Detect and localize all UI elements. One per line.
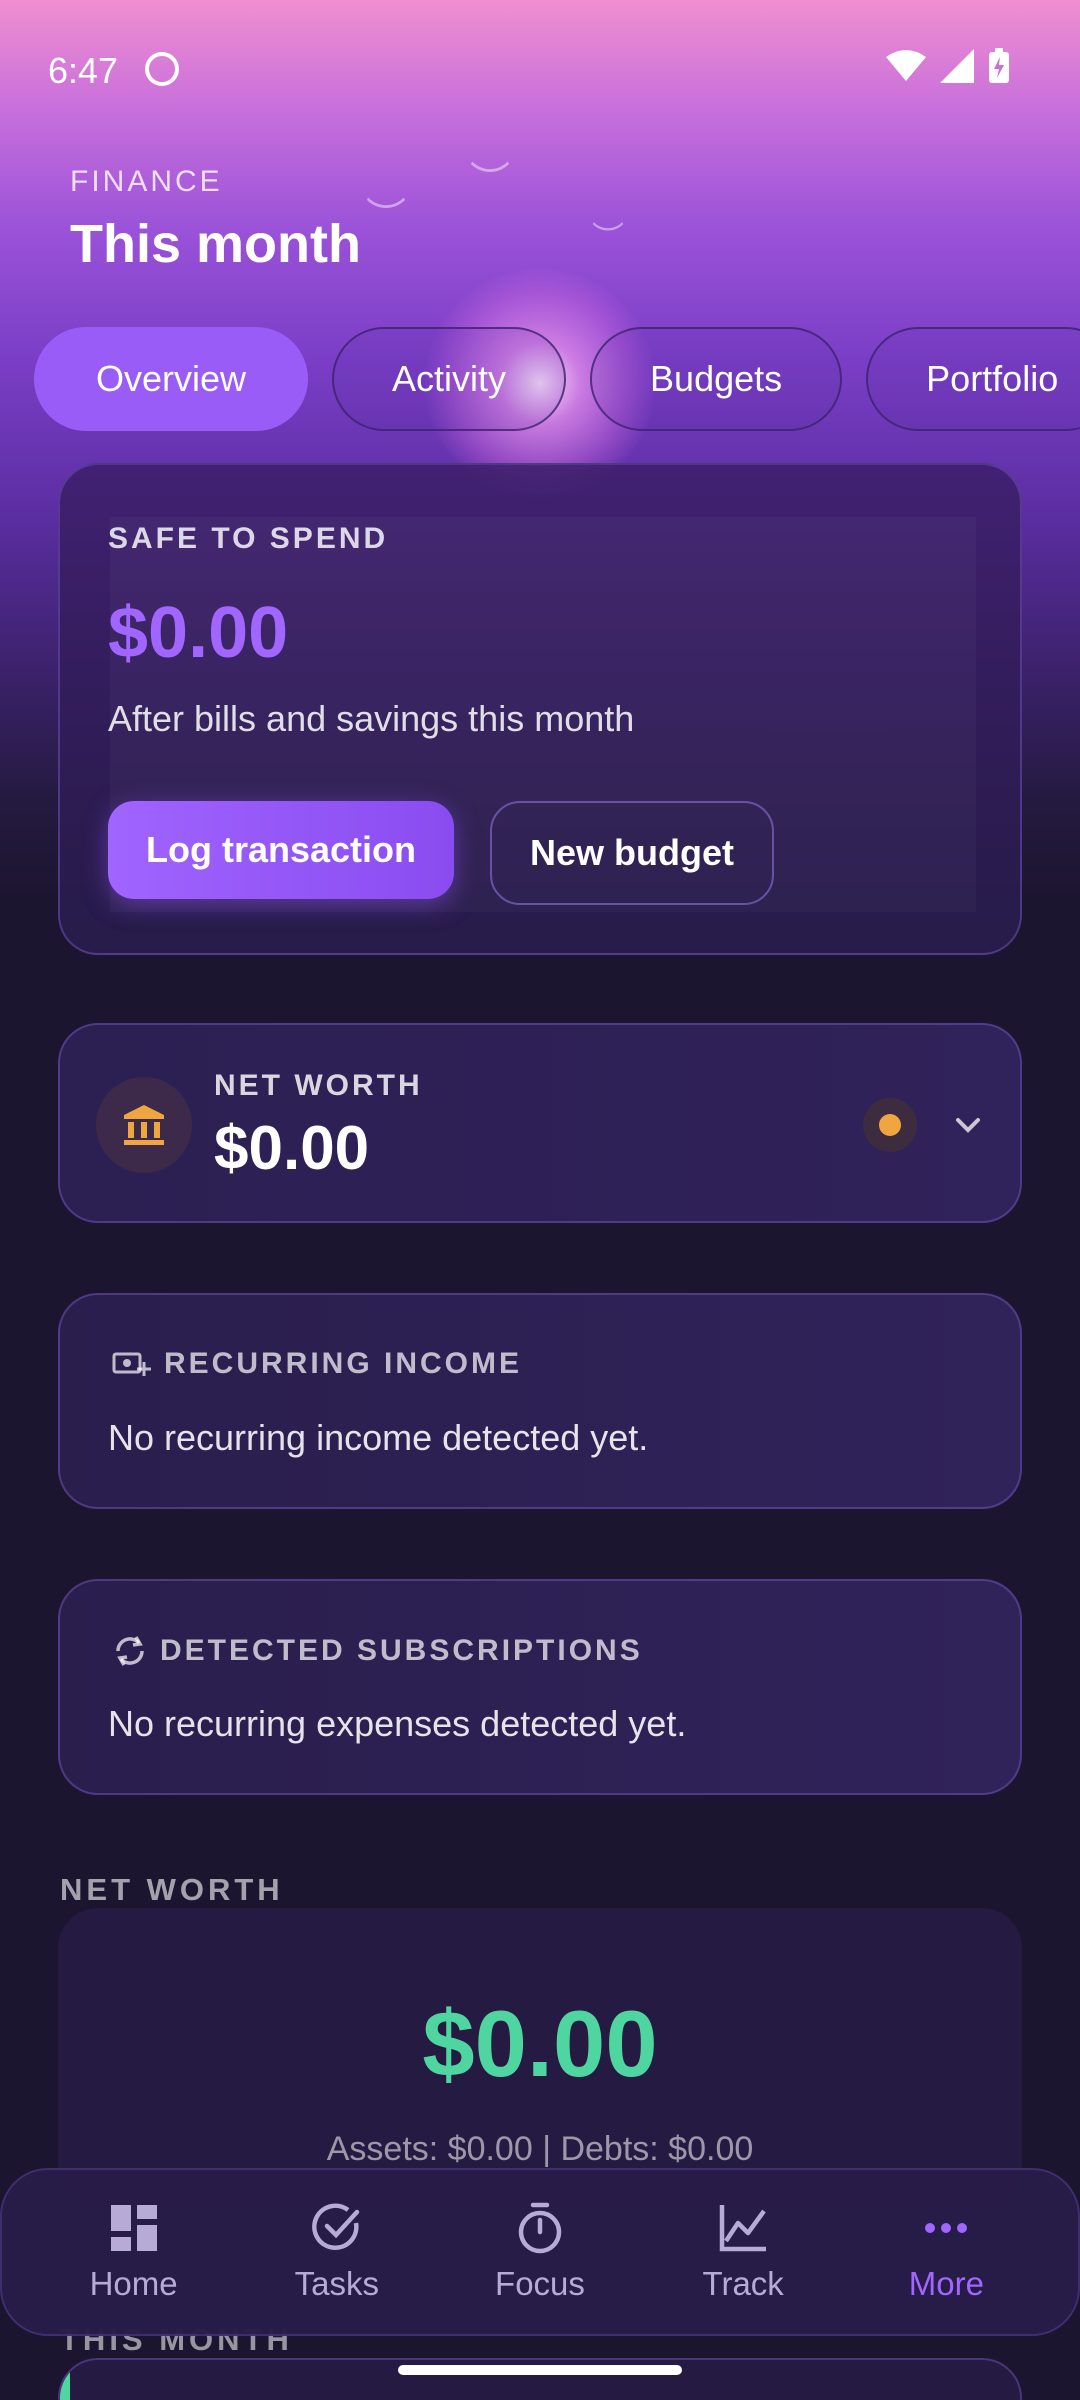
payments-add-icon xyxy=(112,1352,151,1376)
timer-icon xyxy=(518,2202,562,2254)
net-worth-card[interactable]: NET WORTH $0.00 xyxy=(58,1023,1022,1223)
tab-budgets[interactable]: Budgets xyxy=(590,327,843,431)
recurring-income-card: RECURRING INCOME No recurring income det… xyxy=(58,1293,1022,1509)
wifi-icon xyxy=(886,50,926,81)
bird-decoration: ︶ xyxy=(366,196,406,240)
signal-icon xyxy=(940,49,974,83)
detected-subscriptions-message: No recurring expenses detected yet. xyxy=(108,1703,687,1744)
detected-subscriptions-card: DETECTED SUBSCRIPTIONS No recurring expe… xyxy=(58,1579,1022,1795)
assets-debts-breakdown: Assets: $0.00 | Debts: $0.00 xyxy=(326,2130,754,2168)
new-budget-button[interactable]: New budget xyxy=(490,801,774,905)
recurring-income-label: RECURRING INCOME xyxy=(164,1347,523,1380)
more-dots-icon xyxy=(925,2223,968,2233)
safe-to-spend-amount: $0.00 xyxy=(108,593,289,673)
notification-icon xyxy=(145,52,179,86)
bird-decoration: ︶ xyxy=(592,220,625,256)
system-icons xyxy=(886,48,1010,84)
sync-icon xyxy=(116,1636,144,1666)
safe-to-spend-subtitle: After bills and savings this month xyxy=(108,698,635,739)
nav-home[interactable]: Home xyxy=(49,2201,219,2303)
accent-stripe xyxy=(60,2360,70,2400)
section-eyebrow: FINANCE xyxy=(70,165,223,198)
tab-portfolio[interactable]: Portfolio xyxy=(866,327,1080,431)
status-bar: 6:47 xyxy=(0,0,1080,140)
log-transaction-button[interactable]: Log transaction xyxy=(108,801,454,899)
battery-icon xyxy=(989,48,1009,83)
bird-decoration: ︶ xyxy=(470,160,510,204)
recurring-income-message: No recurring income detected yet. xyxy=(108,1417,649,1458)
net-worth-section-title: NET WORTH xyxy=(60,1872,284,1907)
net-worth-amount: $0.00 xyxy=(214,1114,370,1183)
detected-subscriptions-label: DETECTED SUBSCRIPTIONS xyxy=(160,1634,643,1667)
status-time: 6:47 xyxy=(48,50,119,91)
nav-track-label: Track xyxy=(702,2265,784,2302)
safe-to-spend-card: SAFE TO SPEND $0.00 After bills and savi… xyxy=(58,463,1022,955)
nav-focus[interactable]: Focus xyxy=(455,2201,625,2303)
tab-overview[interactable]: Overview xyxy=(34,327,309,431)
net-worth-total: $0.00 xyxy=(422,1991,658,2096)
chevron-down-icon[interactable] xyxy=(948,1105,988,1145)
bank-icon xyxy=(96,1077,192,1173)
nav-track[interactable]: Track xyxy=(658,2201,828,2303)
nav-more[interactable]: More xyxy=(861,2201,1031,2303)
nav-tasks-label: Tasks xyxy=(294,2265,379,2302)
check-circle-icon xyxy=(311,2203,360,2250)
nav-more-label: More xyxy=(908,2265,984,2302)
line-chart-icon xyxy=(719,2205,767,2252)
nav-focus-label: Focus xyxy=(495,2265,585,2302)
net-worth-label: NET WORTH xyxy=(214,1069,423,1102)
dashboard-icon xyxy=(110,2205,157,2251)
net-worth-summary-card: $0.00 Assets: $0.00 | Debts: $0.00 xyxy=(58,1908,1022,2208)
tab-activity[interactable]: Activity xyxy=(332,327,567,431)
nav-home-label: Home xyxy=(89,2265,178,2302)
tab-bar: Overview Activity Budgets Portfolio xyxy=(34,327,1080,431)
home-indicator[interactable] xyxy=(398,2365,682,2375)
nav-tasks[interactable]: Tasks xyxy=(252,2201,422,2303)
bottom-navigation: Home Tasks Focus Track More xyxy=(0,2168,1080,2336)
status-dot xyxy=(863,1098,917,1152)
page-title: This month xyxy=(70,214,361,274)
safe-to-spend-label: SAFE TO SPEND xyxy=(108,522,389,555)
